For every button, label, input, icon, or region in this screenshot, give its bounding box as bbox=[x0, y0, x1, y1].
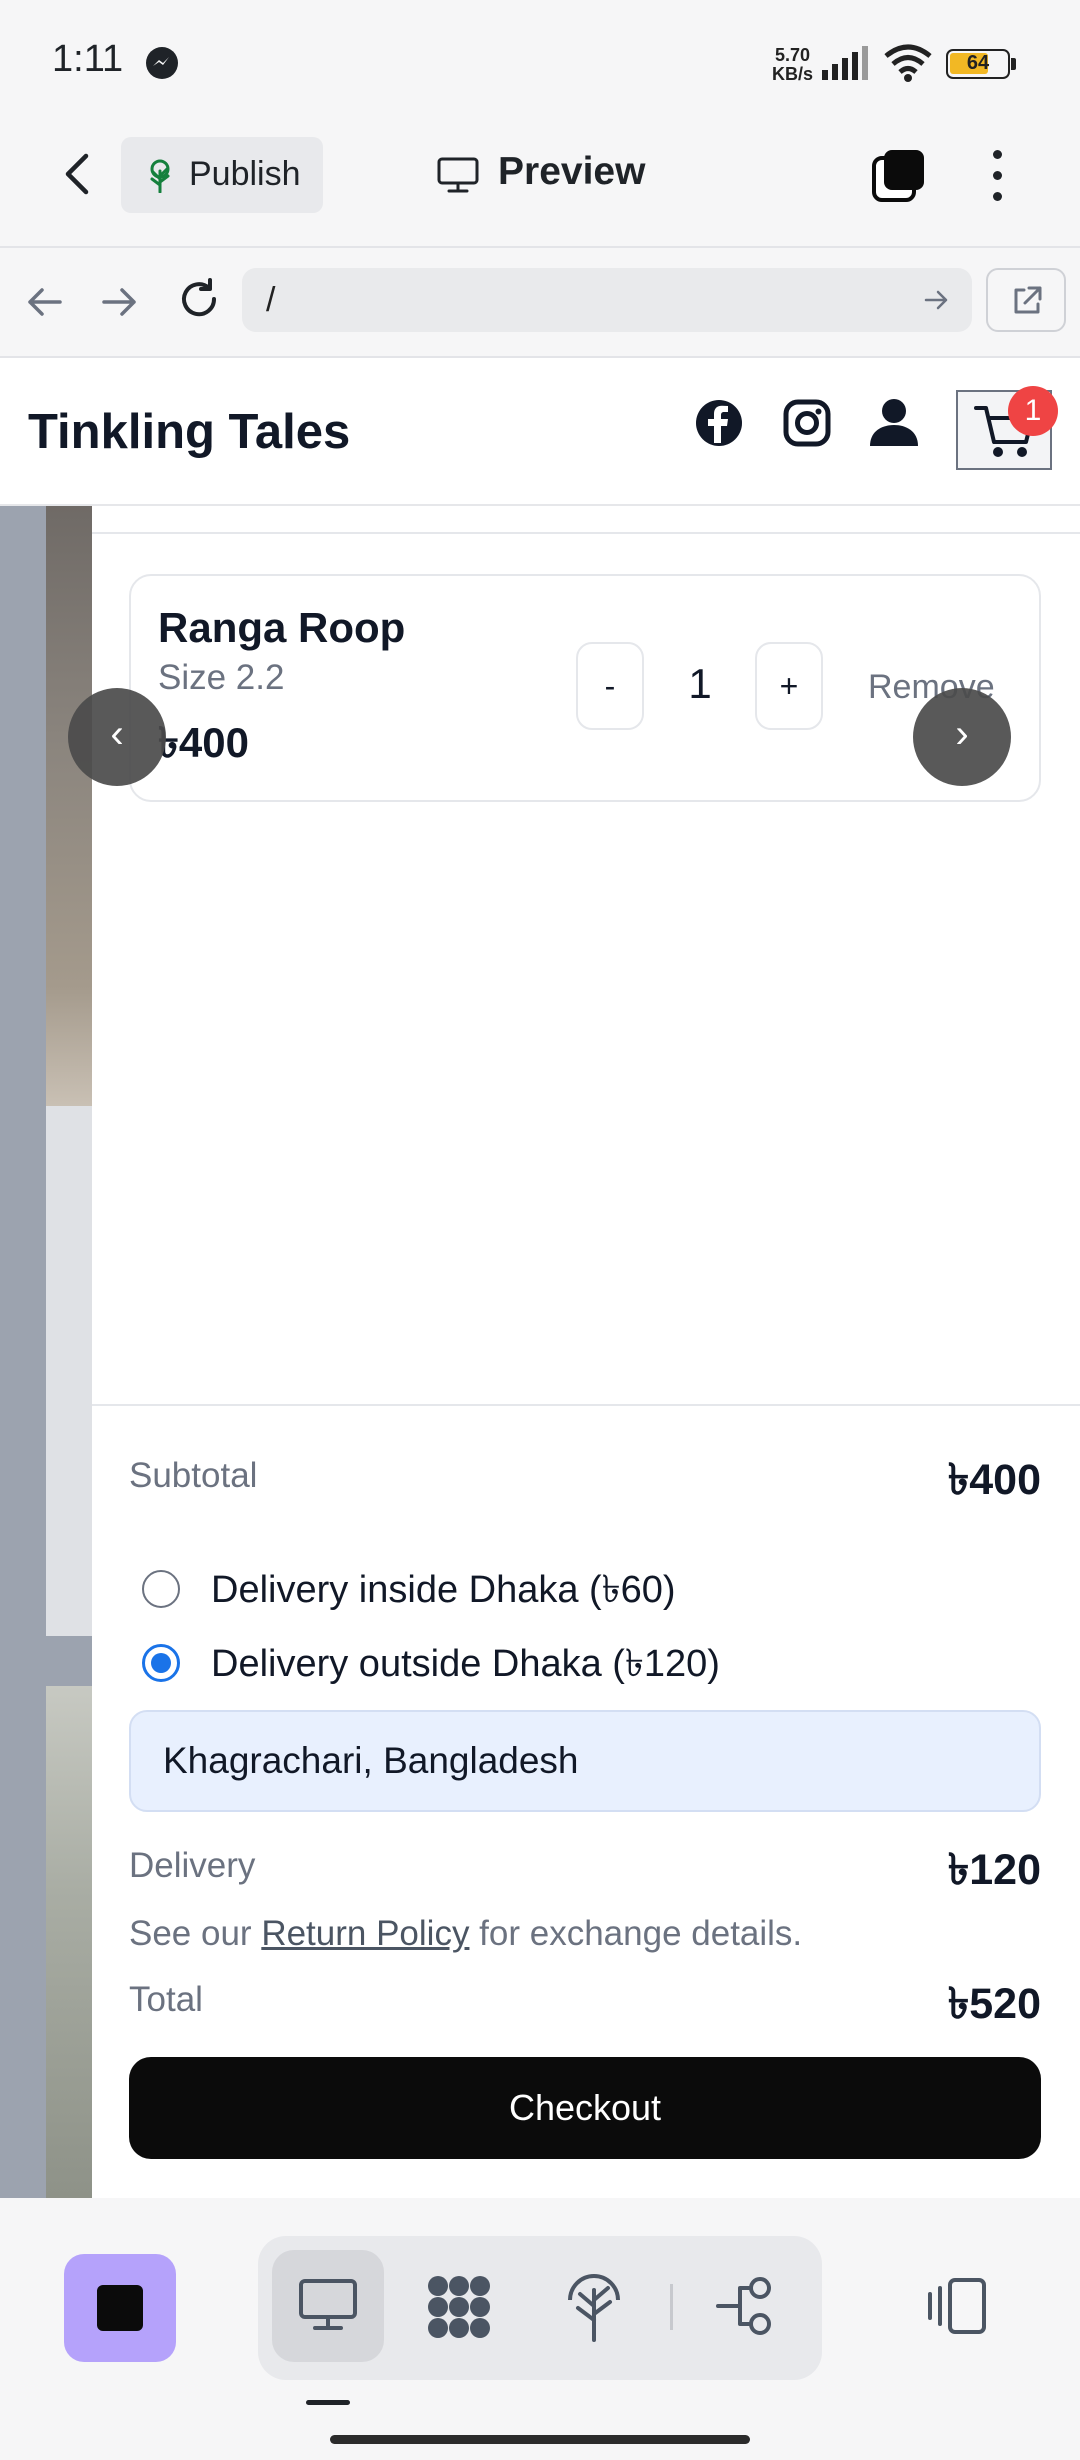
return-policy-link[interactable]: Return Policy bbox=[261, 1914, 469, 1953]
network-speed: 5.70 KB/s bbox=[772, 46, 813, 84]
publish-button[interactable]: Publish bbox=[121, 137, 323, 213]
delivery-fee-label: Delivery bbox=[129, 1846, 256, 1885]
nav-forward-icon[interactable] bbox=[98, 280, 142, 324]
desktop-view-button[interactable] bbox=[272, 2250, 384, 2362]
product-card-partial bbox=[46, 1106, 92, 1636]
facebook-icon[interactable] bbox=[694, 398, 744, 448]
quantity-decrease-button[interactable]: - bbox=[576, 642, 644, 730]
delivery-outside-radio[interactable] bbox=[142, 1644, 180, 1682]
ai-pattern-icon[interactable] bbox=[424, 2272, 494, 2342]
messenger-icon bbox=[146, 47, 178, 79]
subtotal-label: Subtotal bbox=[129, 1456, 258, 1495]
battery-icon: 64 bbox=[946, 49, 1010, 79]
total-value: ৳520 bbox=[947, 1980, 1041, 2028]
device-frames-icon[interactable] bbox=[924, 2276, 990, 2336]
wifi-icon bbox=[884, 44, 932, 82]
tabs-switcher-icon[interactable] bbox=[870, 148, 926, 204]
subtotal-value: ৳400 bbox=[947, 1456, 1041, 1504]
flow-diagram-icon[interactable] bbox=[716, 2276, 780, 2336]
desktop-icon bbox=[299, 2279, 357, 2330]
delivery-address-input[interactable] bbox=[129, 1710, 1041, 1812]
open-external-button[interactable] bbox=[986, 268, 1066, 332]
url-input[interactable]: / bbox=[242, 268, 972, 332]
divider bbox=[92, 1404, 1080, 1406]
carousel-prev-button[interactable]: ‹ bbox=[68, 688, 166, 786]
app-switch-button[interactable] bbox=[64, 2254, 176, 2362]
item-size: Size 2.2 bbox=[158, 658, 285, 697]
total-label: Total bbox=[129, 1980, 203, 2019]
product-image-partial bbox=[46, 1686, 92, 2198]
publish-label: Publish bbox=[189, 155, 301, 193]
delivery-outside-label[interactable]: Delivery outside Dhaka (৳120) bbox=[211, 1634, 720, 1698]
return-policy-note: See our Return Policy for exchange detai… bbox=[129, 1914, 802, 1954]
status-time: 1:11 bbox=[52, 38, 124, 80]
divider bbox=[92, 532, 1080, 534]
checkout-button[interactable]: Checkout bbox=[129, 2057, 1041, 2159]
policy-suffix: for exchange details. bbox=[469, 1914, 803, 1953]
toolbar-divider bbox=[670, 2284, 673, 2330]
policy-prefix: See our bbox=[129, 1914, 262, 1953]
preview-label[interactable]: Preview bbox=[498, 150, 645, 194]
item-price: ৳400 bbox=[158, 719, 249, 766]
publish-tree-icon[interactable] bbox=[564, 2270, 624, 2342]
quantity-increase-button[interactable]: + bbox=[755, 642, 823, 730]
external-link-icon bbox=[1014, 286, 1042, 314]
item-name: Ranga Roop bbox=[158, 604, 406, 651]
active-tool-indicator bbox=[306, 2400, 350, 2405]
network-speed-unit: KB/s bbox=[772, 64, 814, 84]
site-brand[interactable]: Tinkling Tales bbox=[28, 404, 350, 460]
battery-tip bbox=[1011, 58, 1016, 70]
publish-tree-icon bbox=[150, 159, 170, 193]
network-speed-value: 5.70 bbox=[774, 45, 811, 65]
delivery-inside-label[interactable]: Delivery inside Dhaka (৳60) bbox=[211, 1560, 676, 1624]
reload-icon[interactable] bbox=[176, 276, 222, 322]
carousel-next-button[interactable]: › bbox=[913, 688, 1011, 786]
user-account-icon[interactable] bbox=[868, 396, 920, 448]
product-image-partial bbox=[46, 506, 92, 1106]
go-arrow-icon[interactable] bbox=[922, 286, 950, 314]
cart-count-badge: 1 bbox=[1008, 386, 1058, 436]
delivery-fee-value: ৳120 bbox=[947, 1846, 1041, 1894]
delivery-inside-radio[interactable] bbox=[142, 1570, 180, 1608]
more-options-icon[interactable] bbox=[982, 148, 1012, 204]
battery-level: 64 bbox=[966, 52, 990, 74]
nav-back-icon[interactable] bbox=[22, 280, 66, 324]
home-gesture-handle[interactable] bbox=[330, 2435, 750, 2444]
quantity-value: 1 bbox=[688, 660, 712, 707]
back-arrow-icon[interactable] bbox=[50, 144, 110, 204]
monitor-icon bbox=[437, 157, 479, 193]
url-text: / bbox=[266, 281, 276, 319]
signal-icon bbox=[822, 46, 868, 80]
instagram-icon[interactable] bbox=[782, 398, 832, 448]
